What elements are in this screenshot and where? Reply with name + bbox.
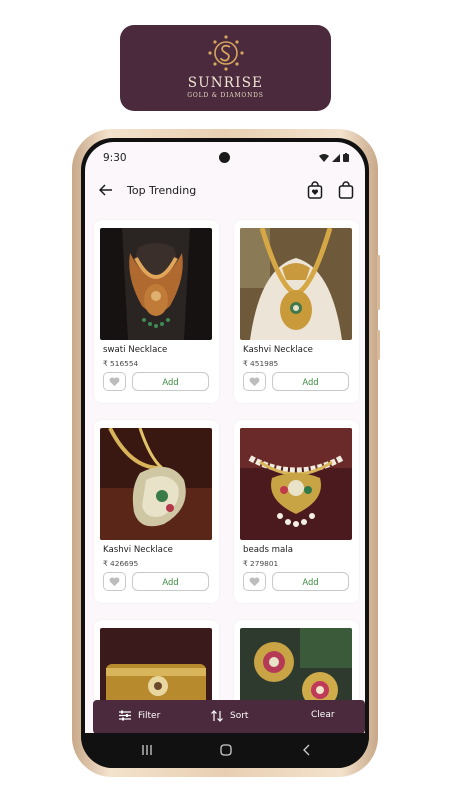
wishlist-button[interactable] (103, 572, 126, 591)
filter-button[interactable]: Filter (119, 710, 160, 721)
app-screen: 9:30 Top Trending swati Necklace ₹ 51655… (85, 142, 365, 733)
product-card[interactable]: Kashvi Necklace ₹ 451985 Add (234, 220, 359, 403)
sort-button[interactable]: Sort (211, 710, 248, 722)
product-price: ₹ 279801 (243, 559, 279, 568)
product-card[interactable]: Kashvi Necklace ₹ 426695 Add (94, 420, 219, 603)
product-price: ₹ 516554 (103, 359, 139, 368)
battery-icon (343, 153, 349, 162)
sort-label: Sort (230, 711, 249, 721)
add-to-cart-button[interactable]: Add (272, 572, 349, 591)
back-nav-icon[interactable] (301, 744, 313, 756)
system-nav-bar (81, 733, 369, 768)
brand-name: SUNRISE (187, 75, 264, 91)
brand-logo-card: SUNRISE GOLD & DIAMONDS (120, 25, 331, 111)
phone-screen: 9:30 Top Trending swati Necklace ₹ 51655… (81, 138, 369, 768)
wishlist-button[interactable] (103, 372, 126, 391)
home-icon[interactable] (220, 744, 232, 756)
product-image[interactable] (240, 428, 352, 540)
sliders-icon (119, 710, 131, 721)
brand-tagline: GOLD & DIAMONDS (187, 92, 264, 99)
heart-icon (249, 376, 260, 386)
product-name[interactable]: beads mala (243, 545, 293, 555)
status-bar: 9:30 (85, 142, 365, 172)
product-card[interactable]: beads mala ₹ 279801 Add (234, 420, 359, 603)
product-image[interactable] (240, 228, 352, 340)
filter-label: Filter (138, 710, 161, 721)
wifi-icon (319, 153, 329, 162)
product-name[interactable]: swati Necklace (103, 345, 167, 355)
brand-logo-icon (207, 35, 244, 71)
add-to-cart-button[interactable]: Add (132, 372, 209, 391)
front-camera (219, 152, 230, 163)
phone-side-button (377, 255, 380, 310)
product-price: ₹ 451985 (243, 359, 279, 368)
system-icons (319, 153, 349, 162)
back-arrow-icon[interactable] (99, 184, 113, 196)
wishlist-button[interactable] (243, 372, 266, 391)
heart-icon (109, 376, 120, 386)
app-header: Top Trending (85, 178, 365, 208)
product-name[interactable]: Kashvi Necklace (243, 345, 313, 355)
recents-icon[interactable] (141, 744, 153, 756)
phone-side-button (377, 330, 380, 360)
product-card[interactable]: swati Necklace ₹ 516554 Add (94, 220, 219, 403)
signal-icon (332, 153, 340, 162)
wishlist-button[interactable] (243, 572, 266, 591)
heart-icon (109, 576, 120, 586)
page-title: Top Trending (127, 184, 197, 197)
bottom-action-bar: Filter Sort Clear (93, 700, 365, 733)
product-price: ₹ 426695 (103, 559, 139, 568)
product-name[interactable]: Kashvi Necklace (103, 545, 173, 555)
heart-icon (249, 576, 260, 586)
cart-bag-icon[interactable] (338, 181, 354, 199)
product-image[interactable] (100, 428, 212, 540)
add-to-cart-button[interactable]: Add (132, 572, 209, 591)
add-to-cart-button[interactable]: Add (272, 372, 349, 391)
clear-button[interactable]: Clear (311, 710, 335, 720)
product-image[interactable] (100, 228, 212, 340)
wishlist-bag-icon[interactable] (307, 181, 323, 199)
status-time: 9:30 (103, 152, 127, 164)
sort-arrows-icon (211, 710, 223, 722)
